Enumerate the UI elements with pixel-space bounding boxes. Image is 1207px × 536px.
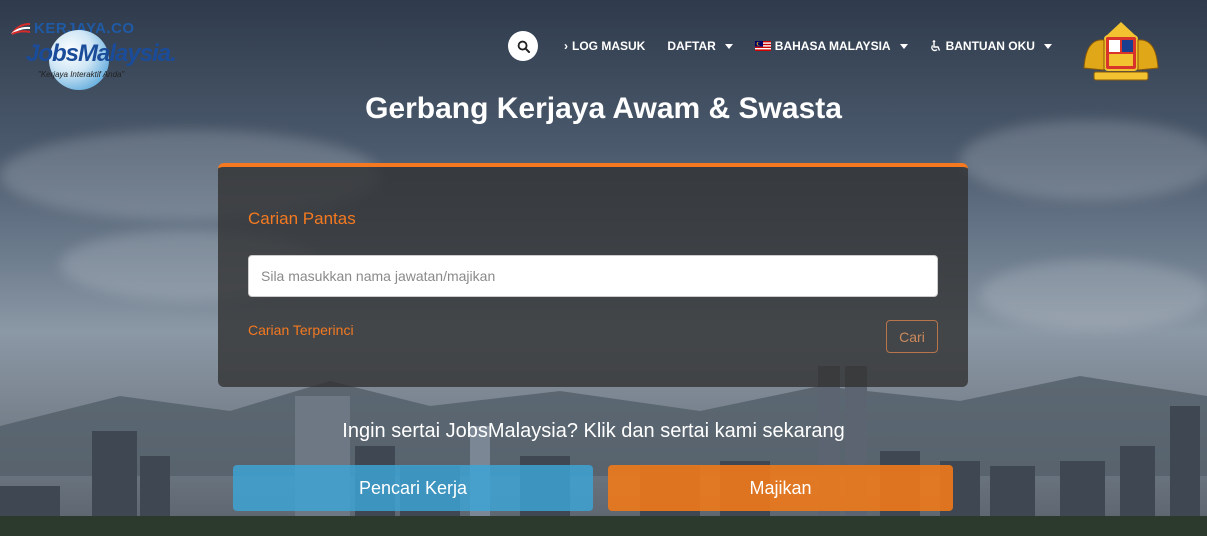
jobsmalaysia-logo[interactable]: KERJAYA.CO JobsMalaysia. "Kerjaya Intera… — [4, 8, 184, 90]
quick-search-title: Carian Pantas — [248, 209, 356, 228]
caret-down-icon — [899, 43, 908, 49]
join-prompt: Ingin sertai JobsMalaysia? Klik dan sert… — [342, 420, 845, 442]
search-icon — [517, 40, 530, 53]
hero-title: Gerbang Kerjaya Awam & Swasta — [0, 92, 1207, 126]
nav-login-label: LOG MASUK — [572, 39, 646, 53]
caret-down-icon — [724, 43, 733, 49]
nav-accessibility[interactable]: BANTUAN OKU — [930, 39, 1052, 53]
search-submit-button[interactable]: Cari — [886, 320, 938, 353]
flag-stripes-icon — [11, 23, 31, 35]
nav-accessibility-label: BANTUAN OKU — [945, 39, 1035, 53]
quick-search-panel: Carian Pantas Carian Terperinci Cari — [218, 163, 968, 387]
nav-language[interactable]: BAHASA MALAYSIA — [754, 39, 908, 53]
jobseeker-button[interactable]: Pencari Kerja — [233, 465, 593, 511]
hero-title-bold: Awam & Swasta — [612, 92, 842, 125]
caret-down-icon — [1043, 43, 1052, 49]
brand-tagline: "Kerjaya Interaktif Anda" — [38, 70, 125, 79]
advanced-search-link[interactable]: Carian Terperinci — [248, 322, 354, 338]
brand-jobsmalaysia: JobsMalaysia. — [26, 40, 177, 67]
chevron-right-icon: › — [564, 39, 568, 53]
nav-language-label: BAHASA MALAYSIA — [774, 39, 891, 53]
nav-register-label: DAFTAR — [667, 39, 716, 53]
employer-button[interactable]: Majikan — [608, 465, 953, 511]
wheelchair-icon — [930, 40, 940, 52]
search-button[interactable] — [508, 31, 538, 61]
nav-login[interactable]: › LOG MASUK — [564, 39, 645, 53]
top-nav: › LOG MASUK DAFTAR BAHASA MALAYSIA BANTU… — [508, 31, 1074, 61]
flag-malaysia-icon — [754, 41, 771, 51]
search-input[interactable] — [248, 255, 938, 297]
malaysia-coat-of-arms-icon — [1083, 22, 1159, 81]
hero-title-light: Gerbang Kerjaya — [365, 92, 613, 125]
nav-register[interactable]: DAFTAR — [667, 39, 733, 53]
